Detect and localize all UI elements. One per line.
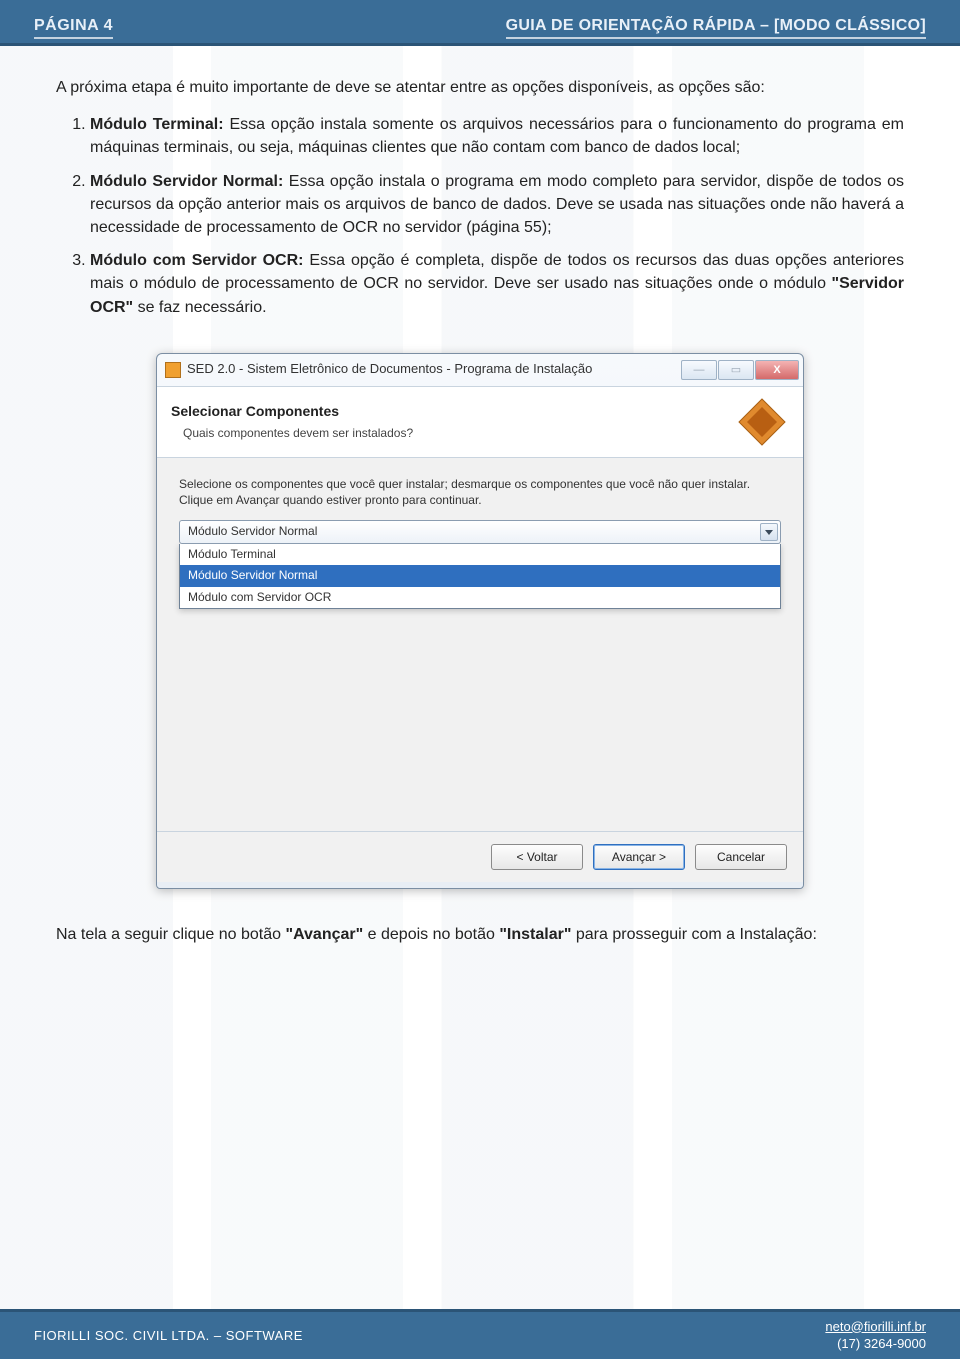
installer-logo-icon (735, 395, 789, 449)
module-title: Módulo com Servidor OCR: (90, 252, 303, 269)
module-text: se faz necessário. (133, 299, 266, 316)
page-footer: FIORILLI SOC. CIVIL LTDA. – SOFTWARE net… (0, 1309, 960, 1359)
minimize-button[interactable]: — (681, 360, 717, 380)
cancel-button[interactable]: Cancelar (695, 844, 787, 870)
installer-step-title: Selecionar Componentes (171, 401, 413, 421)
component-select-value: Módulo Servidor Normal (188, 523, 317, 540)
installer-step-subtitle: Quais componentes devem ser instalados? (171, 425, 413, 442)
installer-footer: < Voltar Avançar > Cancelar (157, 831, 803, 882)
text-span: para prosseguir com a Instalação: (571, 926, 816, 943)
chevron-down-icon[interactable] (760, 523, 778, 541)
text-strong: "Instalar" (499, 926, 571, 943)
text-span: Na tela a seguir clique no botão (56, 926, 285, 943)
doc-title: GUIA DE ORIENTAÇÃO RÁPIDA – [MODO CLÁSSI… (506, 17, 926, 39)
select-option[interactable]: Módulo Terminal (180, 544, 780, 565)
select-option[interactable]: Módulo com Servidor OCR (180, 587, 780, 608)
intro-paragraph: A próxima etapa é muito importante de de… (56, 76, 904, 99)
app-icon (165, 362, 181, 378)
installer-header-band: Selecionar Componentes Quais componentes… (157, 386, 803, 458)
module-title: Módulo Servidor Normal: (90, 173, 283, 190)
footer-phone: (17) 3264-9000 (825, 1336, 926, 1353)
installer-window: SED 2.0 - Sistem Eletrônico de Documento… (156, 353, 804, 890)
footer-contact: neto@fiorilli.inf.br (17) 3264-9000 (825, 1319, 926, 1353)
module-title: Módulo Terminal: (90, 116, 224, 133)
text-span: e depois no botão (363, 926, 499, 943)
installer-instruction: Selecione os componentes que você quer i… (179, 476, 781, 508)
page-number: PÁGINA 4 (34, 17, 113, 39)
installer-blank-area (179, 609, 781, 819)
maximize-button[interactable]: ▭ (718, 360, 754, 380)
window-titlebar: SED 2.0 - Sistem Eletrônico de Documento… (157, 354, 803, 386)
text-strong: "Avançar" (285, 926, 363, 943)
installer-screenshot: SED 2.0 - Sistem Eletrônico de Documento… (156, 353, 804, 890)
close-button[interactable]: X (755, 360, 799, 380)
footer-company: FIORILLI SOC. CIVIL LTDA. – SOFTWARE (34, 1328, 303, 1343)
installer-content: Selecione os componentes que você quer i… (157, 458, 803, 832)
component-select-dropdown[interactable]: Módulo Terminal Módulo Servidor Normal M… (179, 544, 781, 609)
back-button[interactable]: < Voltar (491, 844, 583, 870)
after-figure-text: Na tela a seguir clique no botão "Avança… (56, 923, 904, 946)
select-option[interactable]: Módulo Servidor Normal (180, 565, 780, 586)
page-header: PÁGINA 4 GUIA DE ORIENTAÇÃO RÁPIDA – [MO… (0, 0, 960, 46)
module-list: Módulo Terminal: Essa opção instala some… (56, 113, 904, 319)
component-select-field[interactable]: Módulo Servidor Normal (179, 520, 781, 544)
next-button[interactable]: Avançar > (593, 844, 685, 870)
list-item: Módulo com Servidor OCR: Essa opção é co… (90, 249, 904, 319)
window-title-text: SED 2.0 - Sistem Eletrônico de Documento… (187, 360, 592, 379)
list-item: Módulo Servidor Normal: Essa opção insta… (90, 170, 904, 240)
component-select[interactable]: Módulo Servidor Normal (179, 520, 781, 544)
document-body: A próxima etapa é muito importante de de… (0, 46, 960, 946)
footer-email: neto@fiorilli.inf.br (825, 1319, 926, 1336)
list-item: Módulo Terminal: Essa opção instala some… (90, 113, 904, 159)
